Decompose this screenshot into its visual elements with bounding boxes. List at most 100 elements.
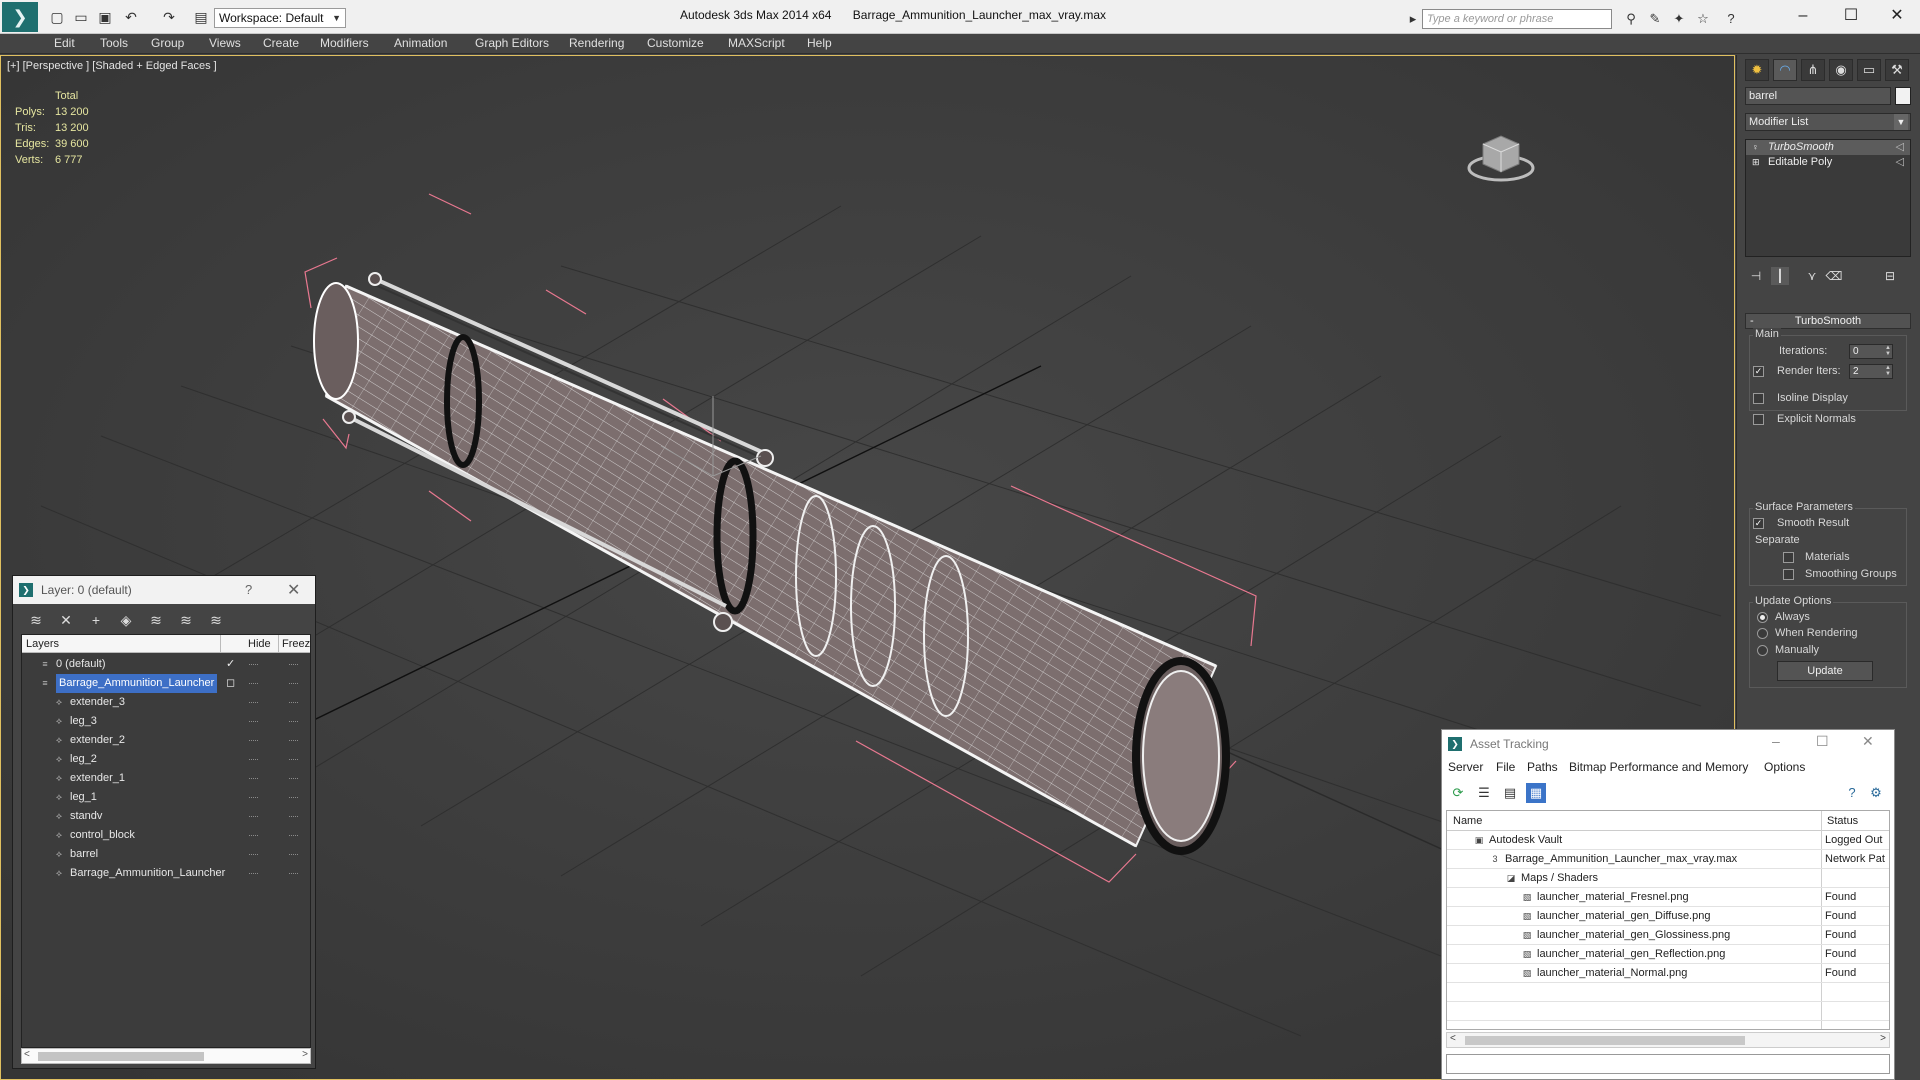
highlight-layer-icon[interactable]: ≋ (145, 610, 167, 630)
layer-row[interactable]: ⟡ leg_1 ····· ····· (22, 788, 310, 807)
asset-row[interactable]: ▧ launcher_material_Normal.png Found (1447, 964, 1889, 983)
delete-layer-icon[interactable]: ✕ (55, 610, 77, 630)
asset-horizontal-scrollbar[interactable]: < > (1446, 1032, 1890, 1048)
asset-menu-file[interactable]: File (1496, 760, 1515, 774)
hide-toggle-icon[interactable]: ····· (248, 769, 262, 788)
layer-row[interactable]: ⟡ standv ····· ····· (22, 807, 310, 826)
table-view-icon[interactable]: ▦ (1526, 783, 1546, 803)
scrollbar-thumb[interactable] (1465, 1036, 1745, 1045)
scroll-right-icon[interactable]: > (302, 1049, 308, 1060)
render-iters-checkbox[interactable]: ✓ (1753, 366, 1764, 377)
layer-row[interactable]: ⟡ extender_1 ····· ····· (22, 769, 310, 788)
spinner-arrows-icon[interactable]: ▲ ▼ (1884, 345, 1892, 358)
menu-edit[interactable]: Edit (54, 36, 75, 50)
layer-status-marker[interactable]: ✓ (226, 655, 235, 674)
smooth-result-checkbox[interactable]: ✓ (1753, 518, 1764, 529)
binoculars-icon[interactable]: ⚲ (1622, 10, 1640, 28)
new-file-icon[interactable]: ▢ (48, 8, 66, 26)
scroll-right-icon[interactable]: > (1880, 1033, 1886, 1044)
freeze-toggle-icon[interactable]: ····· (288, 750, 302, 769)
app-logo-icon[interactable]: ❯ (2, 2, 38, 32)
layer-row[interactable]: ≡ Barrage_Ammunition_Launcher ◻ ····· ····· (22, 674, 310, 693)
layer-list[interactable]: Layers Hide Freez ≡ 0 (default) ✓ ····· ····… (21, 634, 311, 1048)
layer-row[interactable]: ⟡ control_block ····· ····· (22, 826, 310, 845)
layer-row[interactable]: ⟡ extender_3 ····· ····· (22, 693, 310, 712)
favorites-star-icon[interactable]: ☆ (1694, 10, 1712, 28)
detail-view-icon[interactable]: ▤ (1500, 783, 1520, 803)
scroll-left-icon[interactable]: < (1450, 1033, 1456, 1044)
help-button[interactable]: ? (245, 582, 252, 597)
save-file-icon[interactable]: ▣ (96, 8, 114, 26)
search-input[interactable]: Type a keyword or phrase (1422, 9, 1612, 29)
hide-toggle-icon[interactable]: ····· (248, 864, 262, 883)
col-status[interactable]: Status (1827, 811, 1858, 831)
show-end-result-icon[interactable]: ┃ (1771, 267, 1789, 285)
make-unique-icon[interactable]: ⋎ (1803, 267, 1821, 285)
explicit-normals-checkbox[interactable] (1753, 414, 1764, 425)
asset-window-titlebar[interactable]: ❯ Asset Tracking – ☐ ✕ (1442, 730, 1894, 758)
open-file-icon[interactable]: ▭ (72, 8, 90, 26)
workspace-dropdown[interactable]: Workspace: Default ▼ (214, 8, 346, 28)
close-button[interactable]: ✕ (1862, 733, 1874, 750)
materials-checkbox[interactable] (1783, 552, 1794, 563)
minimize-button[interactable]: – (1782, 4, 1824, 30)
hide-toggle-icon[interactable]: ····· (248, 655, 262, 674)
layer-row[interactable]: ⟡ extender_2 ····· ····· (22, 731, 310, 750)
smoothing-groups-checkbox[interactable] (1783, 569, 1794, 580)
close-button[interactable]: ✕ (1876, 4, 1918, 30)
hide-toggle-icon[interactable]: ····· (248, 788, 262, 807)
stack-item-turbosmooth[interactable]: ♀ TurboSmooth ◁ (1746, 140, 1910, 155)
asset-row[interactable]: ▧ launcher_material_Fresnel.png Found (1447, 888, 1889, 907)
layer-row[interactable]: ⟡ leg_2 ····· ····· (22, 750, 310, 769)
menu-animation[interactable]: Animation (394, 36, 447, 50)
scroll-left-icon[interactable]: < (24, 1049, 30, 1060)
viewport-label[interactable]: [+] [Perspective ] [Shaded + Edged Faces… (7, 60, 217, 72)
scrollbar-thumb[interactable] (38, 1052, 204, 1061)
close-button[interactable]: ✕ (287, 580, 300, 600)
asset-row[interactable]: ▧ launcher_material_gen_Reflection.png Fou… (1447, 945, 1889, 964)
refresh-icon[interactable]: ⟳ (1448, 783, 1468, 803)
project-folder-icon[interactable]: ▤ (192, 8, 210, 26)
hide-toggle-icon[interactable]: ····· (248, 845, 262, 864)
layer-row[interactable]: ⟡ barrel ····· ····· (22, 845, 310, 864)
maximize-button[interactable]: ☐ (1816, 733, 1829, 750)
freeze-toggle-icon[interactable]: ····· (288, 693, 302, 712)
modify-tab-icon[interactable]: ◠ (1773, 59, 1797, 81)
hide-toggle-icon[interactable]: ····· (248, 731, 262, 750)
asset-menu-server[interactable]: Server (1448, 760, 1483, 774)
create-layer-icon[interactable]: + (85, 610, 107, 630)
help-icon[interactable]: ? (1842, 783, 1862, 803)
motion-tab-icon[interactable]: ◉ (1829, 59, 1853, 81)
menu-modifiers[interactable]: Modifiers (320, 36, 369, 50)
col-layers[interactable]: Layers (26, 635, 59, 653)
remove-modifier-icon[interactable]: ⌫ (1825, 267, 1843, 285)
layer-window-titlebar[interactable]: ❯ Layer: 0 (default) ? ✕ (13, 576, 315, 604)
layers-toolbar-icon[interactable]: ≋ (25, 610, 47, 630)
manually-radio[interactable] (1757, 645, 1768, 656)
asset-row[interactable]: ▣ Autodesk Vault Logged Out (1447, 831, 1889, 850)
stack-item-editable-poly[interactable]: ⊞ Editable Poly ◁ (1746, 155, 1910, 170)
object-name-field[interactable]: barrel (1745, 87, 1891, 105)
maximize-button[interactable]: ☐ (1830, 4, 1872, 30)
object-color-swatch[interactable] (1895, 87, 1911, 105)
menu-views[interactable]: Views (209, 36, 241, 50)
menu-help[interactable]: Help (807, 36, 832, 50)
menu-rendering[interactable]: Rendering (569, 36, 624, 50)
freeze-toggle-icon[interactable]: ····· (288, 674, 302, 693)
asset-table[interactable]: Name Status ▣ Autodesk Vault Logged Out 3 Ba… (1446, 810, 1890, 1030)
settings-icon[interactable]: ⚙ (1866, 783, 1886, 803)
menu-group[interactable]: Group (151, 36, 184, 50)
spinner-arrows-icon[interactable]: ▲ ▼ (1884, 365, 1892, 378)
modifier-list-dropdown[interactable]: Modifier List ▼ (1745, 113, 1911, 131)
freeze-toggle-icon[interactable]: ····· (288, 769, 302, 788)
hide-toggle-icon[interactable]: ····· (248, 712, 262, 731)
asset-row[interactable]: ◪ Maps / Shaders (1447, 869, 1889, 888)
layer-row[interactable]: ≡ 0 (default) ✓ ····· ····· (22, 655, 310, 674)
asset-row[interactable]: 3 Barrage_Ammunition_Launcher_max_vray.ma… (1447, 850, 1889, 869)
freeze-toggle-icon[interactable]: ····· (288, 826, 302, 845)
hide-toggle-icon[interactable]: ····· (248, 750, 262, 769)
menu-graph-editors[interactable]: Graph Editors (475, 36, 549, 50)
minimize-button[interactable]: – (1772, 733, 1780, 749)
utilities-tab-icon[interactable]: ⚒ (1885, 59, 1909, 81)
layer-manager-window[interactable]: ❯ Layer: 0 (default) ? ✕ ≋ ✕ + ◈ ≋ ≋ ≋ L… (12, 575, 316, 1069)
